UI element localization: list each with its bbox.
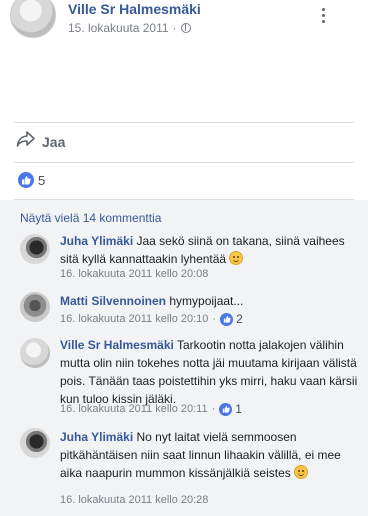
- comment-author[interactable]: Matti Silvennoinen: [60, 294, 166, 308]
- post-author[interactable]: Ville Sr Halmesmäki: [68, 1, 201, 17]
- share-label: Jaa: [42, 133, 66, 150]
- globe-icon[interactable]: [180, 23, 191, 33]
- comment-timestamp[interactable]: 16. lokakuuta 2011 kello 20:28: [60, 494, 208, 506]
- thumbs-up-icon: [220, 312, 234, 326]
- thumbs-up-icon: [219, 402, 233, 416]
- meta-separator: ·: [172, 21, 177, 35]
- share-arrow-icon: [16, 130, 36, 153]
- comment-timestamp[interactable]: 16. lokakuuta 2011 kello 20:10: [60, 313, 208, 325]
- share-button[interactable]: Jaa: [16, 130, 65, 153]
- comment-body: Ville Sr Halmesmäki Tarkootin notta jala…: [60, 336, 360, 408]
- comment-like-count[interactable]: 2: [220, 312, 243, 326]
- comment-meta: 16. lokakuuta 2011 kello 20:08: [60, 268, 208, 280]
- meta-separator: ·: [211, 403, 216, 415]
- smiley-emoji-icon: [229, 251, 244, 265]
- divider: [14, 162, 354, 163]
- comment-author[interactable]: Juha Ylimäki: [60, 430, 133, 444]
- post-meta: 15. lokakuuta 2011 ·: [68, 21, 191, 35]
- comment-timestamp[interactable]: 16. lokakuuta 2011 kello 20:08: [60, 268, 208, 280]
- comment-meta: 16. lokakuuta 2011 kello 20:11 · 1: [60, 402, 242, 416]
- comment-meta: 16. lokakuuta 2011 kello 20:28: [60, 494, 208, 506]
- avatar[interactable]: [20, 234, 50, 264]
- smiley-emoji-icon: [294, 465, 309, 479]
- view-more-comments-link[interactable]: Näytä vielä 14 kommenttia: [20, 211, 161, 225]
- comment-body: Juha Ylimäki No nyt laitat vielä semmoos…: [60, 428, 360, 482]
- like-count: 2: [236, 312, 243, 326]
- avatar[interactable]: [20, 428, 50, 458]
- comment-body: Juha Ylimäki Jaa sekö siinä on takana, s…: [60, 232, 360, 268]
- post-card: Ville Sr Halmesmäki 15. lokakuuta 2011 ·…: [0, 0, 368, 516]
- like-count: 5: [38, 172, 46, 188]
- comment-author[interactable]: Juha Ylimäki: [60, 234, 133, 248]
- more-options-icon[interactable]: [322, 8, 325, 23]
- meta-separator: ·: [212, 313, 217, 325]
- comments-section: Näytä vielä 14 kommenttia Juha Ylimäki J…: [0, 200, 368, 516]
- author-avatar[interactable]: [10, 0, 56, 38]
- comment-author[interactable]: Ville Sr Halmesmäki: [60, 338, 174, 352]
- like-count: 1: [235, 402, 242, 416]
- comment-timestamp[interactable]: 16. lokakuuta 2011 kello 20:11: [60, 403, 208, 415]
- comment-meta: 16. lokakuuta 2011 kello 20:10 · 2: [60, 312, 243, 326]
- thumbs-up-icon: [18, 172, 34, 188]
- reaction-summary[interactable]: 5: [18, 172, 45, 188]
- post-date[interactable]: 15. lokakuuta 2011: [68, 21, 169, 35]
- avatar[interactable]: [20, 338, 50, 368]
- comment-body: Matti Silvennoinen hymypoijaat...: [60, 292, 360, 310]
- divider: [14, 122, 354, 123]
- comment-text: hymypoijaat...: [169, 294, 244, 308]
- avatar[interactable]: [20, 292, 50, 322]
- comment-like-count[interactable]: 1: [219, 402, 242, 416]
